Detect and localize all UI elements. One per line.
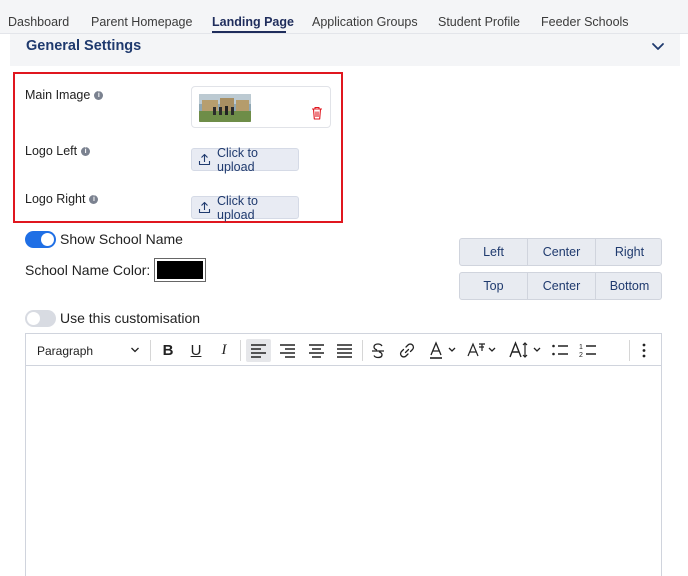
info-icon[interactable]: i (94, 90, 104, 100)
tab-dashboard[interactable]: Dashboard (8, 15, 69, 29)
toolbar-divider (629, 340, 630, 361)
main-image-preview[interactable] (191, 86, 331, 128)
tab-student-profile[interactable]: Student Profile (438, 15, 520, 29)
align-right-button[interactable]: Right (596, 239, 661, 265)
underline-icon[interactable]: U (187, 339, 205, 362)
bold-icon[interactable]: B (159, 339, 177, 362)
main-image-label-text: Main Image (25, 88, 91, 102)
trash-icon[interactable] (311, 106, 323, 120)
main-image-thumbnail (199, 94, 251, 122)
toolbar-divider (362, 340, 363, 361)
strikethrough-icon[interactable] (368, 339, 388, 362)
chevron-down-icon[interactable] (130, 346, 140, 354)
horizontal-align-group: Left Center Right (459, 238, 662, 266)
show-school-name-label: Show School Name (60, 231, 183, 247)
align-left-icon[interactable] (246, 339, 271, 362)
italic-icon[interactable]: I (215, 339, 233, 362)
logo-left-upload-button[interactable]: Click to upload (191, 145, 299, 174)
toolbar-divider (240, 340, 241, 361)
vertical-align-group: Top Center Bottom (459, 272, 662, 300)
use-customisation-toggle[interactable] (25, 310, 56, 327)
logo-left-label-text: Logo Left (25, 144, 78, 158)
logo-right-upload-button[interactable]: Click to upload (191, 193, 299, 222)
upload-icon (198, 153, 211, 166)
color-swatch-fill (157, 261, 203, 279)
chevron-down-icon[interactable] (650, 40, 666, 54)
link-icon[interactable] (397, 339, 417, 362)
block-format-select[interactable]: Paragraph (37, 344, 93, 358)
logo-right-label-text: Logo Right (25, 192, 86, 206)
align-left-button[interactable]: Left (460, 239, 528, 265)
info-icon[interactable]: i (81, 146, 91, 156)
toggle-knob (41, 233, 54, 246)
show-school-name-toggle[interactable] (25, 231, 56, 248)
school-name-color-label: School Name Color: (25, 262, 151, 278)
numbered-list-icon[interactable]: 1 2 (577, 339, 599, 362)
font-family-icon[interactable] (464, 339, 500, 362)
tab-landing-page[interactable]: Landing Page (212, 15, 294, 29)
align-bottom-button[interactable]: Bottom (596, 273, 661, 299)
align-right-icon[interactable] (276, 339, 298, 362)
section-title: General Settings (26, 38, 142, 54)
font-color-icon[interactable] (426, 339, 460, 362)
more-icon[interactable] (637, 339, 651, 362)
toggle-knob (27, 312, 40, 325)
info-icon[interactable]: i (89, 194, 99, 204)
align-justify-icon[interactable] (333, 339, 355, 362)
toolbar-divider (150, 340, 151, 361)
upload-icon (198, 201, 211, 214)
editor-toolbar: Paragraph B U I 1 2 (25, 333, 662, 366)
tab-bar: Dashboard Parent Homepage Landing Page A… (0, 0, 688, 34)
upload-label: Click to upload (217, 145, 258, 174)
active-tab-indicator (212, 31, 286, 33)
align-middle-button[interactable]: Center (528, 273, 596, 299)
school-name-color-picker[interactable] (154, 258, 206, 282)
main-image-label: Main Image i (25, 88, 104, 102)
svg-text:1: 1 (579, 344, 583, 351)
align-center-icon[interactable] (305, 339, 327, 362)
svg-text:2: 2 (579, 352, 583, 359)
bullet-list-icon[interactable] (549, 339, 571, 362)
tab-feeder-schools[interactable]: Feeder Schools (541, 15, 629, 29)
align-center-button[interactable]: Center (528, 239, 596, 265)
align-top-button[interactable]: Top (460, 273, 528, 299)
tab-application-groups[interactable]: Application Groups (312, 15, 418, 29)
logo-right-label: Logo Right i (25, 192, 99, 206)
tab-parent-homepage[interactable]: Parent Homepage (91, 15, 192, 29)
rich-text-editor[interactable] (25, 366, 662, 576)
font-size-icon[interactable] (507, 339, 545, 362)
use-customisation-label: Use this customisation (60, 310, 201, 326)
upload-label: Click to upload (217, 193, 258, 222)
logo-left-label: Logo Left i (25, 144, 91, 158)
